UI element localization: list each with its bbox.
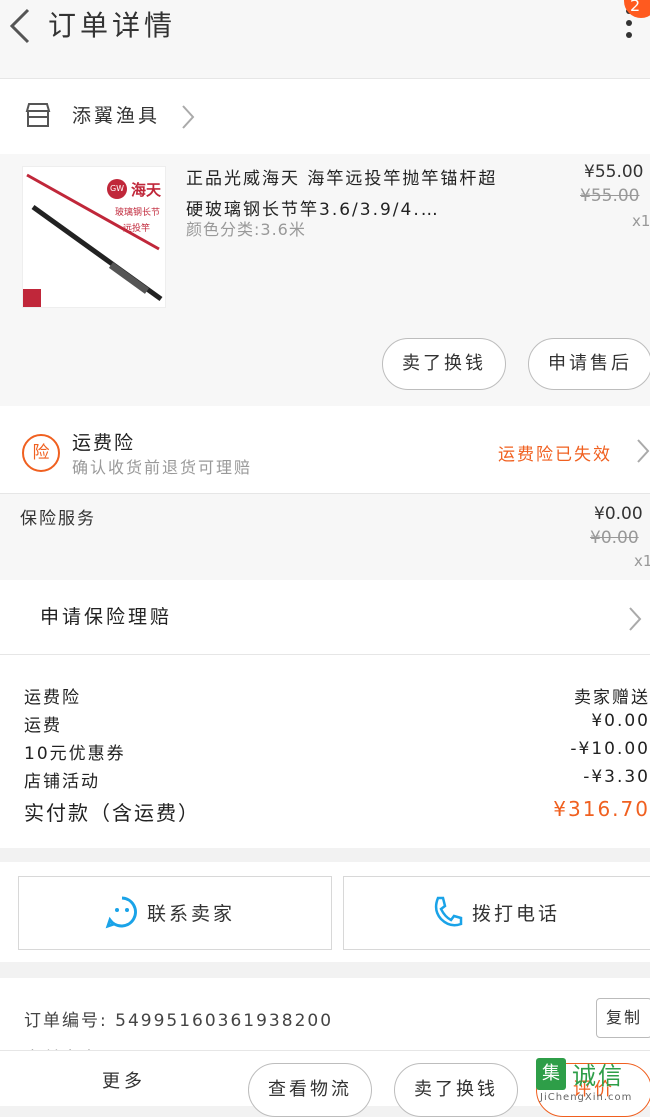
fee-summary: 运费险 卖家赠送 运费 ¥0.00 10元优惠券 -¥10.00 店铺活动 -¥…: [0, 655, 650, 848]
fee-row: 运费险 卖家赠送: [24, 683, 650, 711]
fee-row: 店铺活动 -¥3.30: [24, 767, 650, 795]
fee-label: 店铺活动: [24, 772, 100, 792]
insurance-status: 运费险已失效: [498, 445, 612, 465]
thumb-name: 海天: [131, 181, 162, 199]
fee-label: 10元优惠券: [24, 744, 126, 764]
watermark-text: 诚信: [572, 1062, 624, 1090]
call-label: 拨打电话: [472, 903, 561, 925]
contact-seller-label: 联系卖家: [147, 903, 236, 925]
thumb-tag-2: 远投竿: [123, 224, 151, 234]
order-number-label: 订单编号:: [24, 1011, 108, 1031]
contact-seller-button[interactable]: 联系卖家: [18, 876, 332, 950]
product-thumbnail[interactable]: GW 海天 玻璃钢长节 远投竿: [22, 166, 166, 308]
fee-value: -¥10.00: [570, 739, 650, 759]
fee-row: 运费 ¥0.00: [24, 711, 650, 739]
sell-for-cash-button[interactable]: 卖了换钱: [382, 338, 506, 390]
product-price: ¥55.00: [584, 162, 644, 182]
fee-label: 运费险: [24, 688, 81, 708]
thumb-brand: GW: [107, 179, 127, 199]
insurance-claim-row[interactable]: 申请保险理赔: [0, 580, 650, 655]
shipping-insurance-row[interactable]: 险 运费险 确认收货前退货可理赔 运费险已失效: [0, 406, 650, 494]
total-row: 实付款（含运费） ¥316.70: [24, 797, 650, 829]
insurance-service-row: 保险服务 ¥0.00 ¥0.00 x1: [0, 494, 650, 580]
service-original-price: ¥0.00: [590, 528, 639, 548]
chat-face-icon: [105, 896, 137, 929]
header-bar: 订单详情 2: [0, 0, 650, 78]
view-logistics-button[interactable]: 查看物流: [248, 1063, 372, 1117]
claim-label: 申请保险理赔: [40, 606, 173, 628]
service-name: 保险服务: [20, 509, 96, 529]
total-value: ¥316.70: [553, 797, 650, 821]
insurance-desc: 确认收货前退货可理赔: [72, 458, 253, 477]
total-label: 实付款（含运费）: [24, 801, 200, 825]
back-arrow-icon[interactable]: [8, 6, 32, 46]
product-quantity: x1: [632, 212, 650, 230]
contact-actions: 联系卖家 拨打电话: [0, 862, 650, 962]
page-title: 订单详情: [48, 9, 177, 42]
site-watermark: 集 诚信 JiChengXin.com: [536, 1056, 650, 1105]
thumb-tag-1: 玻璃钢长节: [115, 208, 161, 218]
fee-value: -¥3.30: [583, 767, 650, 787]
product-variant: 颜色分类:3.6米: [186, 220, 306, 239]
chevron-right-icon: [182, 105, 195, 129]
after-sale-button[interactable]: 申请售后: [528, 338, 650, 390]
copy-button[interactable]: 复制: [596, 998, 650, 1038]
fee-row: 10元优惠券 -¥10.00: [24, 739, 650, 767]
insurance-icon: 险: [22, 434, 60, 472]
insurance-title: 运费险: [72, 432, 136, 454]
order-number: 订单编号: 54995160361938200: [24, 1006, 333, 1031]
watermark-logo-box: 集: [536, 1058, 566, 1090]
shop-icon: [25, 103, 51, 127]
phone-icon: [434, 896, 463, 927]
chevron-right-icon: [629, 607, 642, 631]
call-button[interactable]: 拨打电话: [343, 876, 650, 950]
product-card: GW 海天 玻璃钢长节 远投竿 正品光威海天 海竿远投竿抛竿锚杆超硬玻璃钢长节竿…: [0, 154, 650, 406]
service-price: ¥0.00: [594, 504, 643, 524]
sell-for-cash-bottom-button[interactable]: 卖了换钱: [394, 1063, 518, 1117]
watermark-url: JiChengXin.com: [540, 1092, 633, 1103]
service-quantity: x1: [634, 552, 650, 570]
fee-value: 卖家赠送: [574, 688, 650, 708]
shop-row[interactable]: 添翼渔具: [0, 78, 650, 156]
more-button[interactable]: 更多: [102, 1067, 146, 1093]
chevron-right-icon: [637, 439, 650, 463]
fee-value: ¥0.00: [591, 711, 650, 731]
fee-label: 运费: [24, 716, 62, 736]
shop-name: 添翼渔具: [72, 105, 161, 127]
product-original-price: ¥55.00: [580, 186, 640, 206]
order-number-value: 54995160361938200: [115, 1011, 334, 1031]
